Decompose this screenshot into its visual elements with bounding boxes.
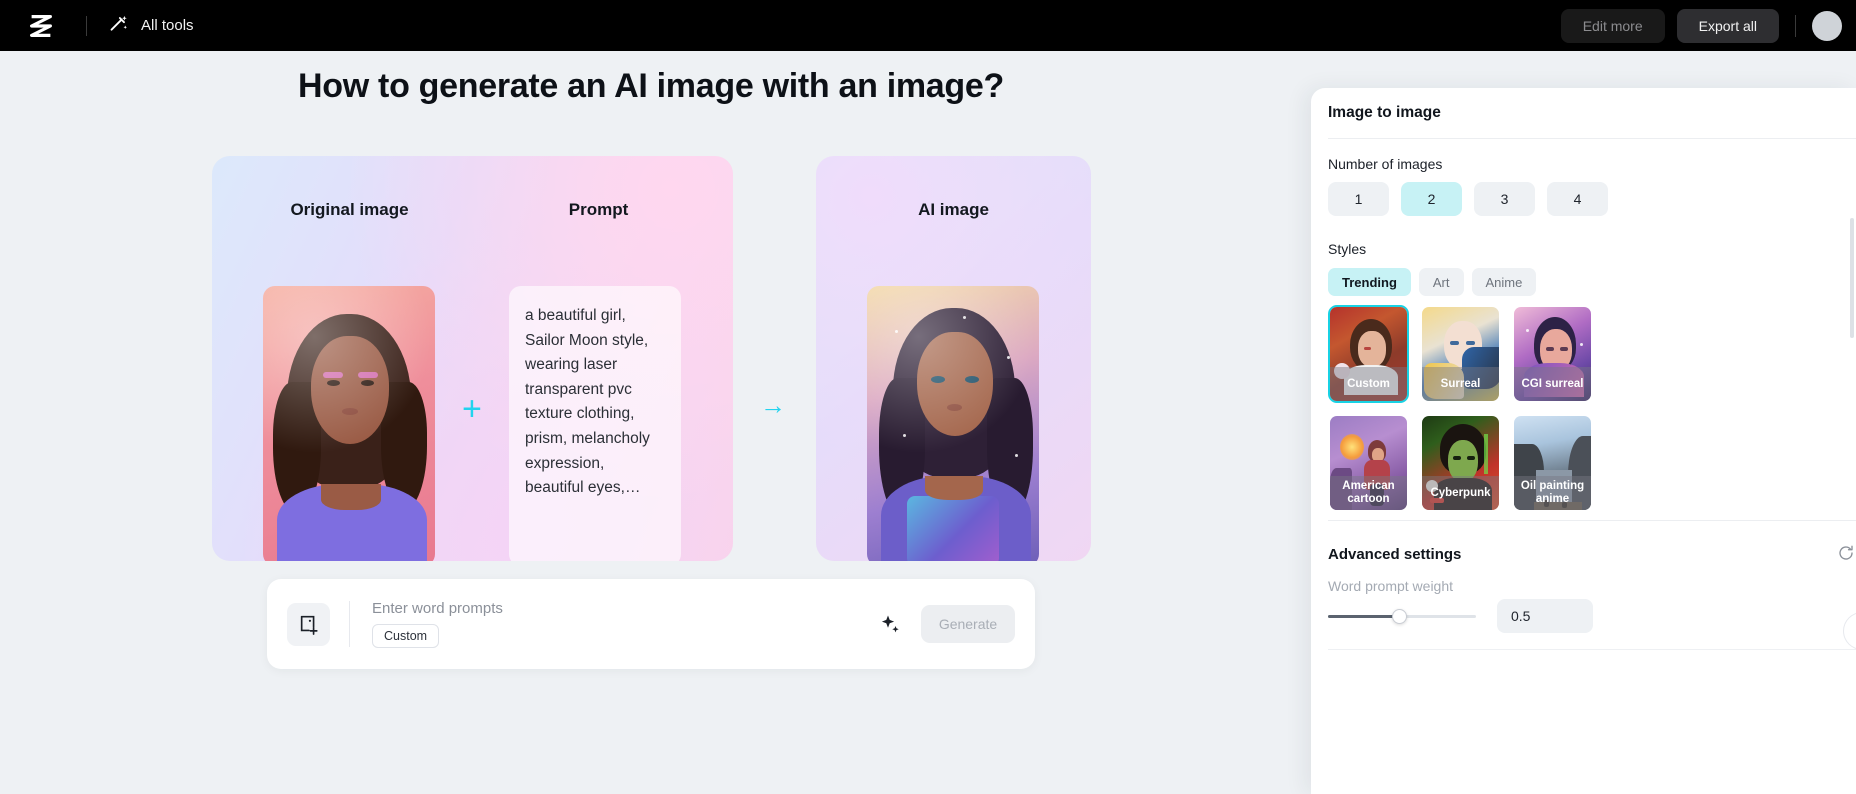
- style-card-surreal[interactable]: Surreal: [1420, 305, 1501, 403]
- page-title: How to generate an AI image with an imag…: [298, 67, 1004, 105]
- prompt-text: a beautiful girl, Sailor Moon style, wea…: [525, 307, 650, 497]
- generate-button[interactable]: Generate: [921, 605, 1015, 643]
- style-tab-trending[interactable]: Trending: [1328, 268, 1411, 296]
- style-card-label: American cartoon: [1330, 476, 1407, 510]
- style-card-label: Oil painting anime: [1514, 476, 1591, 510]
- comparison-card-output: AI image: [816, 156, 1091, 561]
- ai-image-heading: AI image: [918, 200, 989, 219]
- slider-knob[interactable]: [1392, 609, 1407, 624]
- number-of-images-label: Number of images: [1328, 156, 1443, 172]
- styles-label: Styles: [1328, 241, 1367, 257]
- edit-more-button[interactable]: Edit more: [1560, 8, 1665, 43]
- style-tabs: Trending Art Anime: [1328, 268, 1537, 296]
- panel-divider-3: [1328, 649, 1856, 650]
- panel-edge-circle: [1844, 613, 1856, 649]
- topbar-divider: [86, 15, 87, 36]
- advanced-settings-label: Advanced settings: [1328, 546, 1462, 563]
- original-image-thumbnail: [263, 286, 435, 561]
- number-option-4[interactable]: 4: [1547, 182, 1608, 216]
- style-tab-art[interactable]: Art: [1418, 268, 1464, 296]
- plus-icon: +: [462, 390, 482, 428]
- word-prompt-weight-label: Word prompt weight: [1328, 578, 1454, 594]
- word-prompt-input[interactable]: Enter word prompts: [372, 600, 871, 617]
- number-option-1[interactable]: 1: [1328, 182, 1389, 216]
- panel-title: Image to image: [1328, 104, 1441, 121]
- all-tools-label: All tools: [141, 17, 194, 34]
- promptbar-divider: [349, 601, 350, 647]
- promptbar-fields: Enter word prompts Custom: [372, 600, 871, 648]
- capcut-logo-icon[interactable]: [24, 9, 58, 43]
- style-card-label: CGI surreal: [1514, 367, 1591, 401]
- style-chip-custom[interactable]: Custom: [372, 624, 440, 648]
- prompt-text-card: a beautiful girl, Sailor Moon style, wea…: [509, 286, 681, 561]
- style-card-label: Cyberpunk: [1422, 476, 1499, 510]
- add-image-icon[interactable]: [287, 602, 330, 646]
- topbar-divider-2: [1795, 14, 1796, 37]
- number-option-3[interactable]: 3: [1474, 182, 1535, 216]
- style-card-oil-painting-anime[interactable]: Oil painting anime: [1512, 414, 1593, 512]
- panel-scrollbar[interactable]: [1850, 218, 1854, 338]
- style-card-label: Surreal: [1422, 367, 1499, 401]
- style-card-cgi-surreal[interactable]: CGI surreal: [1512, 305, 1593, 403]
- comparison-card-input: Original image Prompt + a beautiful girl…: [212, 156, 733, 561]
- top-bar: All tools Edit more Export all: [0, 0, 1856, 51]
- style-tab-anime[interactable]: Anime: [1471, 268, 1537, 296]
- style-card-cyberpunk[interactable]: Cyberpunk: [1420, 414, 1501, 512]
- ai-image-thumbnail: [867, 286, 1039, 561]
- style-grid: Custom Surreal CGI surreal American cart…: [1328, 305, 1593, 512]
- export-all-button[interactable]: Export all: [1676, 8, 1779, 43]
- panel-divider-2: [1328, 520, 1856, 521]
- settings-panel: Image to image Number of images 1 2 3 4 …: [1311, 88, 1856, 794]
- style-card-custom[interactable]: Custom: [1328, 305, 1409, 403]
- style-card-label: Custom: [1330, 367, 1407, 401]
- panel-divider: [1328, 138, 1856, 139]
- original-image-heading: Original image: [290, 200, 409, 219]
- slider-fill: [1328, 615, 1400, 618]
- prompt-heading: Prompt: [568, 200, 629, 219]
- arrow-right-icon: →: [760, 390, 786, 420]
- number-option-2[interactable]: 2: [1401, 182, 1462, 216]
- reset-icon[interactable]: [1837, 544, 1855, 567]
- all-tools-button[interactable]: All tools: [109, 13, 194, 38]
- sparkle-wand-icon[interactable]: [871, 606, 907, 642]
- app-root: All tools Edit more Export all How to ge…: [0, 0, 1856, 794]
- magic-wand-icon: [109, 13, 129, 38]
- word-prompt-weight-value[interactable]: 0.5: [1497, 599, 1593, 633]
- avatar[interactable]: [1812, 10, 1842, 41]
- word-prompt-weight-slider[interactable]: [1328, 609, 1476, 624]
- prompt-input-bar: Enter word prompts Custom Generate: [267, 579, 1035, 669]
- style-card-american-cartoon[interactable]: American cartoon: [1328, 414, 1409, 512]
- number-of-images-group: 1 2 3 4: [1328, 182, 1608, 216]
